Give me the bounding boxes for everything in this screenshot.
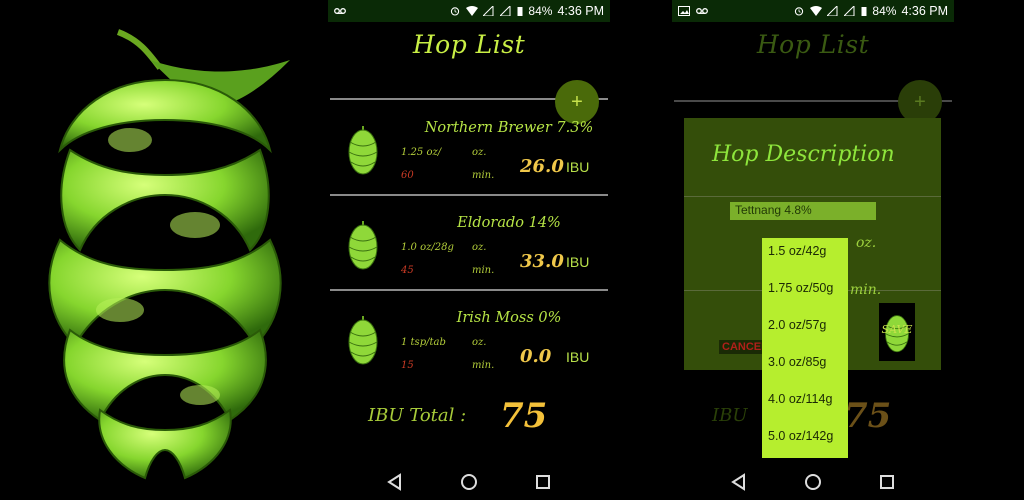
recents-icon[interactable] <box>877 472 897 492</box>
signal-2-icon <box>844 6 855 16</box>
hop-row[interactable]: Irish Moss 0% 1 tsp/tab 15 oz. min. 0.0 … <box>328 300 610 394</box>
amount-dropdown: 1.5 oz/42g 1.75 oz/50g 2.0 oz/57g 3.0 oz… <box>762 238 848 458</box>
hop-cone-illustration <box>48 29 290 480</box>
hop-cone-icon <box>348 221 378 270</box>
min-label: min. <box>472 360 495 371</box>
save-button[interactable]: SAVE <box>879 303 915 361</box>
ibu-total-value: 75 <box>844 396 892 436</box>
voicemail-icon <box>334 8 346 14</box>
signal-2-icon <box>500 6 511 16</box>
alarm-icon <box>451 7 460 16</box>
ibu-unit: IBU <box>566 159 590 175</box>
voicemail-icon <box>696 8 708 14</box>
hop-minutes: 15 <box>401 360 414 371</box>
back-icon[interactable] <box>729 472 749 492</box>
image-icon <box>678 6 690 16</box>
ibu-total-value: 75 <box>500 396 548 436</box>
hop-ibu-value: 33.0 <box>520 251 564 272</box>
status-bar: 84% 4:36 PM <box>328 0 610 22</box>
amount-option[interactable]: 1.5 oz/42g <box>762 238 848 275</box>
page-title: Hop List <box>412 30 526 59</box>
divider <box>684 196 941 197</box>
min-label: min. <box>472 265 495 276</box>
amount-option[interactable]: 5.0 oz/142g <box>762 423 848 460</box>
ibu-unit: IBU <box>566 254 590 270</box>
battery-icon <box>517 7 523 16</box>
hop-amount: 1.25 oz/ <box>401 147 442 158</box>
hop-name-field[interactable]: Tettnang 4.8% <box>730 202 876 220</box>
wifi-icon <box>466 6 479 16</box>
dialog-title: Hop Description <box>712 142 895 167</box>
nav-bar <box>328 464 610 500</box>
page-title: Hop List <box>756 30 870 59</box>
signal-icon <box>827 6 838 16</box>
hop-row[interactable]: Northern Brewer 7.3% 1.25 oz/ 60 oz. min… <box>328 110 610 204</box>
hop-minutes: 60 <box>401 170 414 181</box>
battery-percent: 84% <box>872 4 897 18</box>
oz-label: oz. <box>472 147 487 158</box>
battery-icon <box>861 7 867 16</box>
hop-cone-icon <box>348 126 378 175</box>
back-icon[interactable] <box>385 472 405 492</box>
hop-ibu-value: 0.0 <box>520 346 552 367</box>
min-label: min. <box>472 170 495 181</box>
clock: 4:36 PM <box>557 4 604 18</box>
divider <box>330 289 608 291</box>
ibu-unit: IBU <box>566 349 590 365</box>
oz-label: oz. <box>472 337 487 348</box>
hop-row[interactable]: Eldorado 14% 1.0 oz/28g 45 oz. min. 33.0… <box>328 205 610 299</box>
home-icon[interactable] <box>803 472 823 492</box>
ibu-total-label: IBU Total : <box>368 405 467 426</box>
divider <box>330 194 608 196</box>
battery-percent: 84% <box>528 4 553 18</box>
amount-option[interactable]: 3.0 oz/85g <box>762 349 848 386</box>
oz-label: oz. <box>856 235 877 251</box>
hop-cone-icon <box>348 316 378 365</box>
alarm-icon <box>795 7 804 16</box>
hop-minutes: 45 <box>401 265 414 276</box>
min-label: min. <box>850 282 882 298</box>
hop-list-screen: 84% 4:36 PM Hop List + Northern Brewer 7… <box>328 0 610 500</box>
oz-label: oz. <box>472 242 487 253</box>
home-icon[interactable] <box>459 472 479 492</box>
hop-amount: 1.0 oz/28g <box>401 242 454 253</box>
wifi-icon <box>810 6 823 16</box>
hop-name: Irish Moss 0% <box>456 310 562 326</box>
hop-name: Eldorado 14% <box>457 215 561 231</box>
ibu-total-label: IBU <box>712 405 748 426</box>
save-label: SAVE <box>881 323 913 336</box>
amount-option[interactable]: 2.0 oz/57g <box>762 312 848 349</box>
status-bar: 84% 4:36 PM <box>672 0 954 22</box>
nav-bar <box>672 464 954 500</box>
recents-icon[interactable] <box>533 472 553 492</box>
amount-option[interactable]: 1.75 oz/50g <box>762 275 848 312</box>
signal-icon <box>483 6 494 16</box>
hop-name: Northern Brewer 7.3% <box>424 120 594 136</box>
clock: 4:36 PM <box>901 4 948 18</box>
hop-amount: 1 tsp/tab <box>401 337 446 348</box>
hop-description-screen: 84% 4:36 PM Hop List + IBU 75 Hop Descri… <box>672 0 954 500</box>
hop-ibu-value: 26.0 <box>520 156 564 177</box>
amount-option[interactable]: 4.0 oz/114g <box>762 386 848 423</box>
